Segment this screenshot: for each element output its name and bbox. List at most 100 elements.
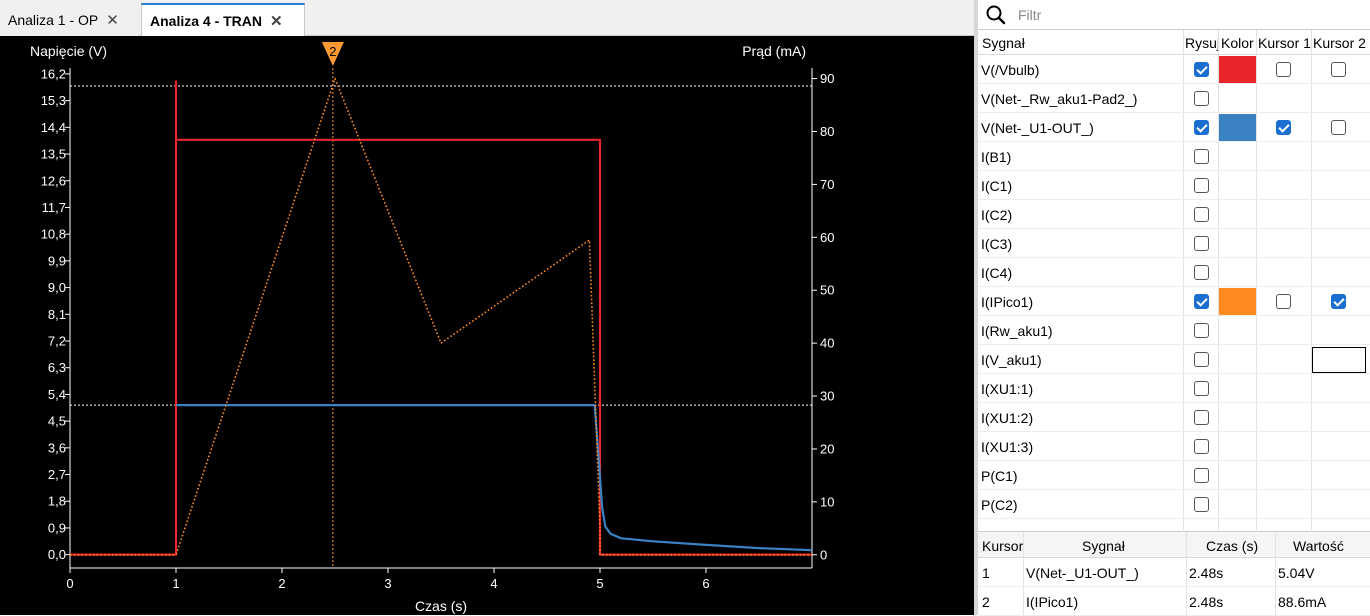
cursor-1-checkbox[interactable] (1276, 120, 1291, 135)
header-value[interactable]: Wartość (1293, 538, 1344, 554)
signal-row[interactable]: I(IPico1) (978, 287, 1370, 316)
cursor-marker-label: 2 (329, 44, 336, 59)
cursor-2-checkbox[interactable] (1331, 294, 1346, 309)
cursor-row[interactable]: 2 I(IPico1) 2.48s 88.6mA (978, 587, 1370, 616)
y-tick-label: 15,3 (41, 93, 66, 108)
signal-row[interactable]: I(B1) (978, 142, 1370, 171)
close-icon[interactable]: ✕ (270, 12, 283, 30)
waveform-plot[interactable]: Napięcie (V) Prąd (mA) Czas (s) 0,0 0,9 1,… (0, 36, 974, 615)
plot-canvas[interactable]: Napięcie (V) Prąd (mA) Czas (s) 0,0 0,9 1,… (0, 36, 974, 615)
draw-checkbox[interactable] (1194, 323, 1209, 338)
header-signal[interactable]: Sygnał (982, 35, 1025, 51)
cursor-value: 5.04V (1278, 565, 1315, 581)
draw-checkbox[interactable] (1194, 91, 1209, 106)
signal-row[interactable]: I(C4) (978, 258, 1370, 287)
x-tick-label: 3 (384, 576, 391, 591)
signal-row[interactable]: I(C1) (978, 171, 1370, 200)
close-icon[interactable]: ✕ (106, 11, 119, 29)
y-tick-label: 11,7 (42, 200, 66, 215)
y-tick-label: 0,9 (48, 520, 66, 535)
tab-analiza-1-op[interactable]: Analiza 1 - OP ✕ (0, 3, 140, 36)
signal-name: I(C2) (981, 207, 1013, 223)
cursor-row[interactable]: 1 V(Net-_U1-OUT_) 2.48s 5.04V (978, 558, 1370, 587)
cursor-2-editor[interactable] (1312, 347, 1366, 373)
y-tick-label: 13,5 (41, 147, 66, 162)
draw-checkbox[interactable] (1194, 294, 1209, 309)
draw-checkbox[interactable] (1194, 352, 1209, 367)
signal-row[interactable]: I(XU1:3) (978, 432, 1370, 461)
draw-checkbox[interactable] (1194, 149, 1209, 164)
signal-row[interactable]: P(C2) (978, 490, 1370, 519)
header-cursor[interactable]: Kursor (982, 538, 1023, 554)
y2-tick-label: 0 (820, 547, 827, 562)
signal-row[interactable]: V(Net-_Rw_aku1-Pad2_) (978, 84, 1370, 113)
signal-row[interactable]: P(C1) (978, 461, 1370, 490)
draw-checkbox[interactable] (1194, 178, 1209, 193)
signal-name: I(C4) (981, 265, 1013, 281)
tab-label: Analiza 1 - OP (8, 11, 99, 28)
cursor-time: 2.48s (1189, 565, 1224, 581)
filter-bar (978, 0, 1370, 30)
cursor-2-checkbox[interactable] (1331, 120, 1346, 135)
header-cursor-2[interactable]: Kursor 2 (1313, 35, 1369, 51)
x-axis-title: Czas (s) (415, 598, 467, 614)
color-swatch[interactable] (1219, 114, 1256, 141)
draw-checkbox[interactable] (1194, 62, 1209, 77)
y2-tick-label: 50 (820, 283, 834, 298)
signal-name: P(C2) (981, 497, 1018, 513)
cursor-1-checkbox[interactable] (1276, 62, 1291, 77)
cursor-2[interactable]: 2 (321, 42, 344, 66)
draw-checkbox[interactable] (1194, 468, 1209, 483)
cursor-value: 88.6mA (1278, 594, 1327, 610)
draw-checkbox[interactable] (1194, 120, 1209, 135)
x-tick-label: 1 (172, 576, 179, 591)
header-time[interactable]: Czas (s) (1206, 538, 1258, 554)
y-tick-label: 12,6 (41, 173, 66, 188)
x-tick-label: 2 (278, 576, 285, 591)
draw-checkbox[interactable] (1194, 410, 1209, 425)
series-line-3 (70, 77, 812, 556)
signal-row[interactable]: V(Net-_U1-OUT_) (978, 113, 1370, 142)
draw-checkbox[interactable] (1194, 236, 1209, 251)
y2-tick-label: 60 (820, 230, 834, 245)
signal-row[interactable]: I(C2) (978, 200, 1370, 229)
cursor-id: 2 (982, 594, 990, 610)
series-line-2 (176, 404, 813, 552)
draw-checkbox[interactable] (1194, 381, 1209, 396)
header-draw[interactable]: Rysuj (1185, 35, 1220, 51)
color-swatch[interactable] (1219, 56, 1256, 83)
cursor-table-header: Kursor Sygnał Czas (s) Wartość (978, 532, 1370, 558)
y2-tick-label: 90 (820, 71, 834, 86)
x-tick-label: 0 (66, 576, 73, 591)
color-swatch[interactable] (1219, 288, 1256, 315)
cursor-1-checkbox[interactable] (1276, 294, 1291, 309)
cursor-2-checkbox[interactable] (1331, 62, 1346, 77)
signal-row[interactable]: I(XU1:2) (978, 403, 1370, 432)
header-color[interactable]: Kolor (1221, 35, 1256, 51)
cursor-id: 1 (982, 565, 990, 581)
signal-row[interactable]: I(Rw_aku1) (978, 316, 1370, 345)
y-tick-label: 3,6 (48, 440, 66, 455)
y2-tick-label: 20 (820, 441, 834, 456)
signal-name: V(/Vbulb) (981, 62, 1040, 78)
signal-row[interactable]: I(V_aku1) (978, 345, 1370, 374)
x-tick-label: 5 (596, 576, 603, 591)
y-tick-label: 1,8 (48, 494, 66, 509)
signal-name: V(Net-_U1-OUT_) (981, 120, 1094, 136)
signal-row[interactable]: I(C3) (978, 229, 1370, 258)
header-signal[interactable]: Sygnał (1082, 538, 1125, 554)
y-tick-label: 10,8 (41, 227, 66, 242)
draw-checkbox[interactable] (1194, 439, 1209, 454)
signal-row[interactable]: I(XU1:1) (978, 374, 1370, 403)
y-tick-label: 7,2 (48, 333, 66, 348)
draw-checkbox[interactable] (1194, 265, 1209, 280)
signal-row[interactable]: V(/Vbulb) (978, 55, 1370, 84)
draw-checkbox[interactable] (1194, 497, 1209, 512)
signal-name: I(B1) (981, 149, 1012, 165)
y-tick-label: 6,3 (48, 360, 66, 375)
filter-input[interactable] (1016, 4, 1356, 26)
signal-name: I(V_aku1) (981, 352, 1042, 368)
tab-analiza-4-tran[interactable]: Analiza 4 - TRAN ✕ (141, 3, 305, 36)
draw-checkbox[interactable] (1194, 207, 1209, 222)
header-cursor-1[interactable]: Kursor 1 (1258, 35, 1312, 51)
